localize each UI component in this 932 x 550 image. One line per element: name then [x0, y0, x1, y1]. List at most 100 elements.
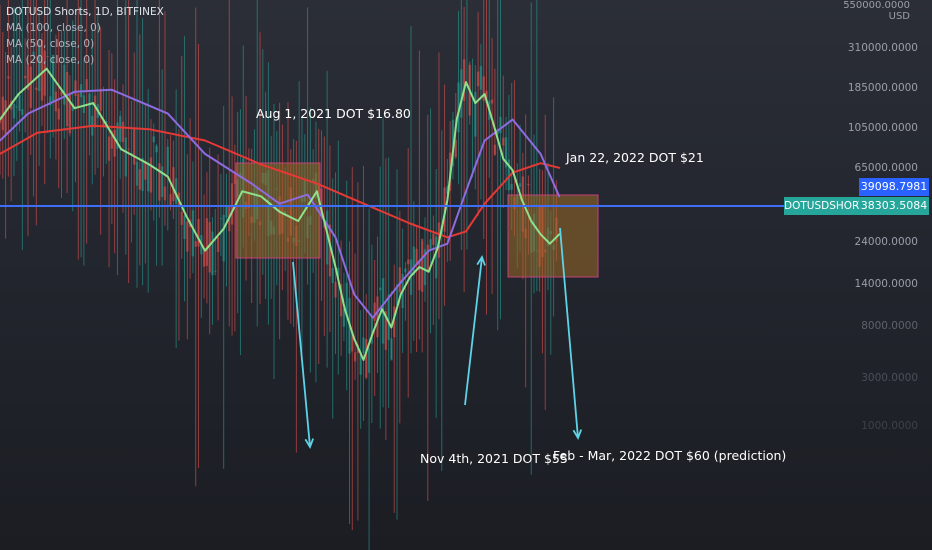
candle-body — [4, 100, 7, 135]
y-tick: 1000.0000 — [861, 420, 918, 432]
legend-ma20: MA (20, close, 0) — [6, 54, 95, 66]
candle-body — [63, 64, 66, 105]
y-tick: 105000.0000 — [847, 122, 918, 134]
candle-body — [191, 210, 195, 257]
candle-body — [113, 129, 116, 157]
candle-body — [15, 106, 18, 108]
symbol-price-tag: 38303.5084 — [859, 197, 929, 215]
candle-body — [502, 137, 505, 146]
candle-body — [230, 183, 234, 225]
candle-body — [418, 260, 421, 291]
candle-body — [373, 302, 376, 321]
candle-body — [99, 88, 102, 111]
legend-ma100: MA (100, close, 0) — [6, 22, 101, 34]
candle-body — [367, 348, 371, 373]
candle-body — [429, 239, 432, 250]
candle-body — [479, 66, 483, 90]
candle-body — [135, 161, 139, 186]
candle-body — [219, 218, 223, 220]
candle-body — [141, 158, 144, 191]
last-price-tag: 39098.7981 — [859, 178, 929, 196]
candle-body — [29, 66, 32, 108]
y-tick: 185000.0000 — [847, 82, 918, 94]
annotation-jan: Jan 22, 2022 DOT $21 — [566, 150, 704, 165]
legend-symbol: DOTUSD Shorts, 1D, BITFINEX — [6, 6, 164, 18]
highlight-box — [507, 194, 599, 278]
candle-body — [510, 183, 513, 190]
candle-body — [365, 338, 368, 378]
y-tick: 14000.0000 — [854, 278, 918, 290]
candle-body — [186, 221, 189, 252]
price-chart — [0, 0, 860, 550]
candle-body — [476, 71, 480, 87]
y-axis-unit-label: USD — [888, 11, 910, 22]
candle-body — [379, 287, 382, 291]
candle-body — [172, 167, 175, 202]
candle-body — [82, 95, 86, 113]
candle-body — [133, 127, 136, 165]
candle-body — [127, 148, 130, 150]
arrow-shaft — [464, 256, 483, 406]
candle-body — [398, 267, 402, 293]
candle-body — [169, 194, 172, 207]
chart-legend: DOTUSD Shorts, 1D, BITFINEX MA (100, clo… — [6, 4, 164, 68]
candle-body — [21, 109, 24, 116]
candle-body — [146, 164, 150, 192]
candle-body — [407, 259, 410, 265]
candle-body — [155, 145, 158, 153]
y-tick: 24000.0000 — [854, 236, 918, 248]
candle-body — [77, 93, 80, 108]
symbol-tag: DOTUSDSHORTS — [784, 197, 872, 215]
y-tick: 65000.0000 — [854, 162, 918, 174]
candle-body — [138, 169, 141, 190]
candle-body — [12, 104, 16, 119]
y-tick: 8000.0000 — [861, 320, 918, 332]
candle-body — [390, 338, 393, 361]
candle-body — [107, 136, 111, 161]
candle-body — [7, 76, 10, 79]
candle-body — [490, 99, 494, 104]
candle-body — [23, 75, 27, 79]
candle-body — [362, 337, 365, 354]
candle-body — [426, 244, 429, 273]
candle-body — [493, 144, 497, 155]
candle-body — [197, 219, 200, 247]
candle-body — [121, 121, 125, 143]
candle-body — [158, 163, 161, 201]
candle-body — [149, 157, 153, 193]
candle-body — [474, 91, 477, 137]
candle-body — [353, 352, 357, 362]
candles-layer — [0, 0, 558, 550]
y-axis-unit: 550000.0000 USD — [843, 0, 910, 22]
y-tick: 310000.0000 — [847, 42, 918, 54]
candle-body — [499, 116, 502, 134]
candle-body — [518, 183, 522, 187]
candle-body — [432, 233, 435, 246]
candle-body — [35, 87, 38, 90]
candle-body — [160, 166, 164, 197]
annotation-feb: Feb - Mar, 2022 DOT $60 (prediction) — [553, 448, 787, 463]
y-axis-tick-top: 550000.0000 — [843, 0, 910, 11]
candle-body — [420, 238, 424, 292]
annotation-aug: Aug 1, 2021 DOT $16.80 — [256, 106, 411, 121]
candle-body — [74, 80, 77, 96]
candle-body — [152, 136, 155, 143]
candle-body — [88, 93, 91, 128]
candle-body — [183, 215, 186, 240]
candle-body — [331, 267, 334, 283]
legend-ma50: MA (50, close, 0) — [6, 38, 95, 50]
candle-body — [180, 211, 183, 225]
candle-body — [387, 294, 390, 340]
candle-body — [166, 146, 169, 175]
candle-body — [194, 241, 197, 247]
candle-body — [211, 231, 214, 276]
arrow — [464, 254, 486, 406]
candle-body — [404, 268, 407, 273]
candle-body — [57, 108, 60, 120]
candle-body — [434, 236, 438, 279]
candle-body — [18, 95, 21, 111]
candle-body — [93, 95, 97, 128]
candle-body — [216, 237, 220, 252]
candle-body — [124, 137, 128, 177]
candle-body — [163, 186, 167, 201]
